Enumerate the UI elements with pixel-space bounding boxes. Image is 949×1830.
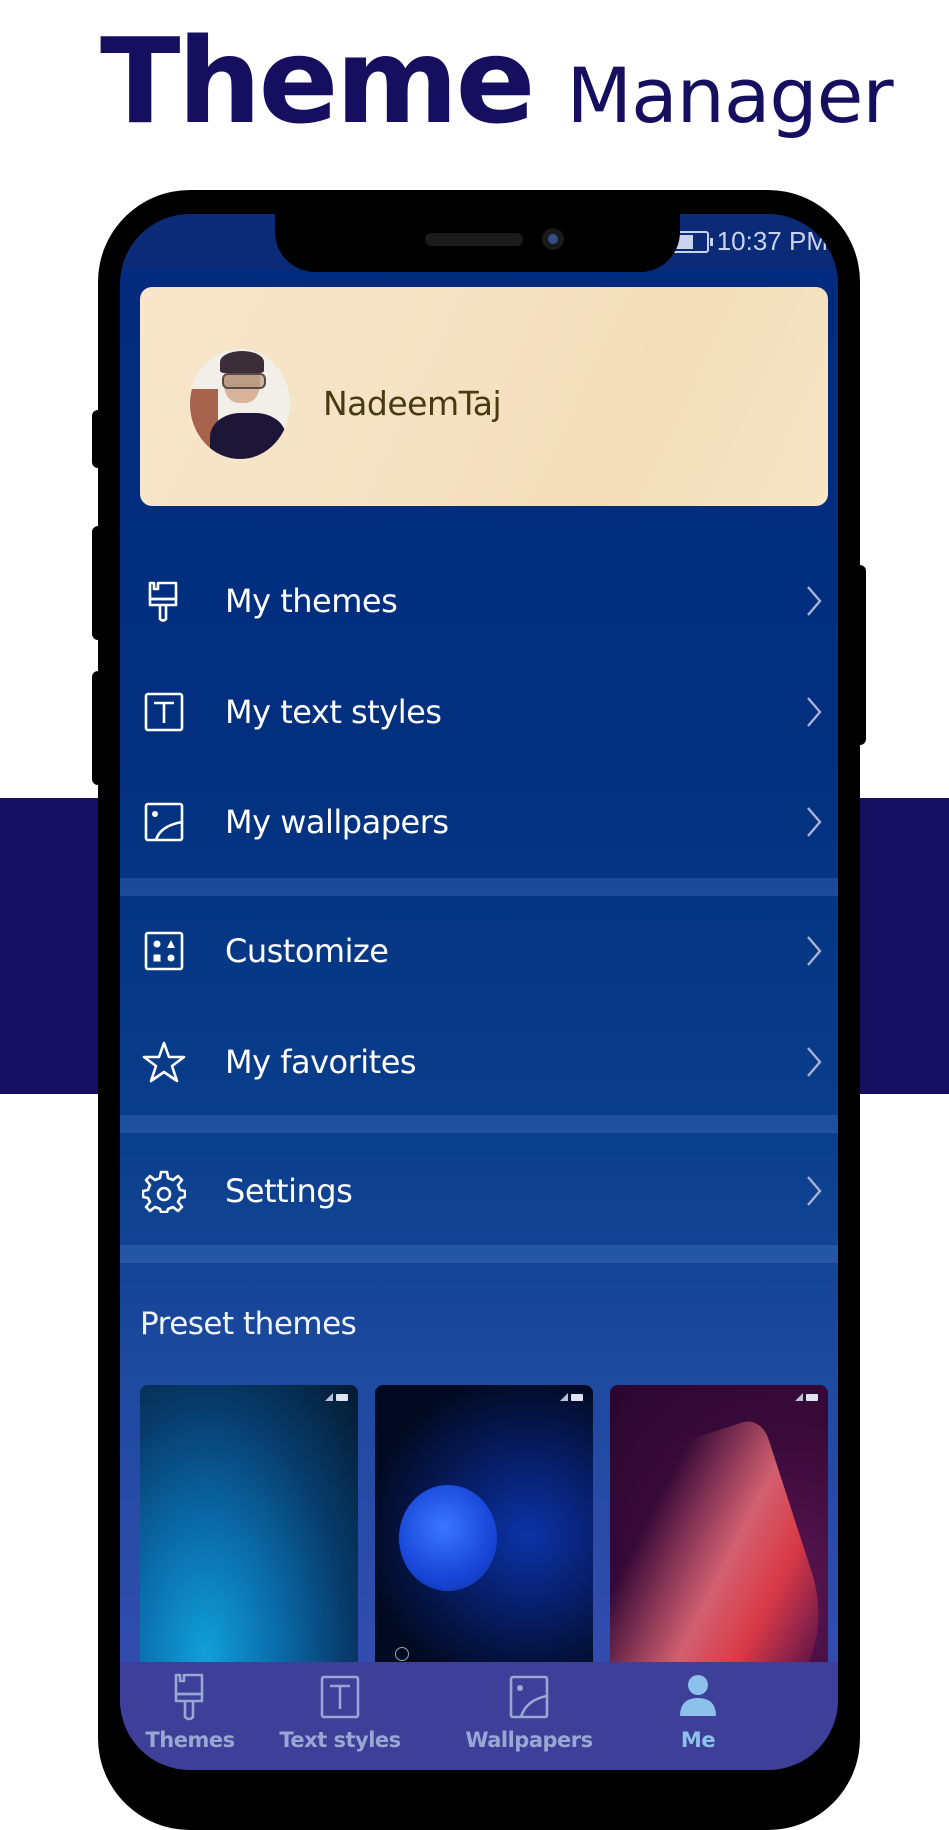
person-icon	[680, 1675, 716, 1716]
menu-item-label: Customize	[225, 931, 389, 970]
status-time: 10:37 PM	[716, 226, 828, 256]
chevron-right-icon	[807, 935, 822, 966]
speaker-grille	[425, 233, 523, 246]
notch	[275, 214, 680, 272]
nav-tab-themes[interactable]: Themes	[120, 1672, 260, 1768]
menu-item-label: My themes	[225, 581, 398, 620]
image-icon	[509, 1675, 549, 1719]
text-box-icon	[320, 1675, 360, 1719]
preset-theme-card[interactable]	[610, 1385, 828, 1685]
image-icon	[144, 802, 184, 841]
section-divider	[120, 1245, 838, 1263]
nav-label: Text styles	[279, 1728, 401, 1752]
chevron-right-icon	[807, 585, 822, 616]
menu-item-label: My text styles	[225, 692, 442, 731]
menu-item-settings[interactable]: Settings	[120, 1135, 838, 1246]
preset-theme-card[interactable]	[140, 1385, 358, 1685]
star-icon	[142, 1041, 186, 1082]
paint-brush-icon	[148, 581, 178, 622]
chevron-right-icon	[807, 806, 822, 837]
phone-screen: 10:37 PM NadeemTaj My themes My text sty…	[120, 214, 838, 1770]
gear-icon	[142, 1170, 186, 1213]
avatar-photo-glasses	[222, 373, 266, 389]
menu-item-label: Settings	[225, 1171, 353, 1210]
menu-item-customize[interactable]: Customize	[120, 895, 838, 1006]
mini-status-icon	[795, 1393, 818, 1401]
section-divider	[120, 878, 838, 896]
preset-themes-title: Preset themes	[140, 1306, 357, 1342]
menu-item-my-favorites[interactable]: My favorites	[120, 1006, 838, 1117]
nav-tab-me[interactable]: Me	[628, 1672, 768, 1768]
preset-themes-list	[140, 1385, 830, 1685]
nav-label: Me	[680, 1728, 716, 1752]
headline: Theme Manager	[100, 12, 894, 152]
menu-item-my-text-styles[interactable]: My text styles	[120, 656, 838, 767]
headline-bold: Theme	[100, 12, 536, 150]
bubble-graphic	[395, 1647, 409, 1661]
headline-light: Manager	[566, 51, 894, 140]
preset-theme-card[interactable]	[375, 1385, 593, 1685]
avatar[interactable]	[190, 349, 290, 459]
front-camera-icon	[542, 228, 564, 250]
nav-tab-text-styles[interactable]: Text styles	[270, 1672, 410, 1768]
chevron-right-icon	[807, 1046, 822, 1077]
nav-label: Wallpapers	[465, 1728, 593, 1752]
menu-item-my-themes[interactable]: My themes	[120, 545, 838, 656]
nav-label: Themes	[145, 1728, 235, 1752]
section-divider	[120, 1115, 838, 1133]
mini-status-icon	[325, 1393, 348, 1401]
status-indicators: 10:37 PM	[670, 226, 828, 257]
avatar-photo-hair	[220, 351, 264, 373]
menu-item-label: My wallpapers	[225, 802, 449, 841]
paint-brush-icon	[174, 1673, 204, 1721]
customize-grid-icon	[144, 931, 184, 970]
orb-graphic	[399, 1485, 497, 1591]
menu-item-label: My favorites	[225, 1042, 417, 1081]
menu-item-my-wallpapers[interactable]: My wallpapers	[120, 766, 838, 877]
profile-card[interactable]: NadeemTaj	[140, 287, 828, 506]
chevron-right-icon	[807, 1175, 822, 1206]
mini-status-icon	[560, 1393, 583, 1401]
avatar-photo-suit	[210, 413, 286, 459]
fish-fin-graphic	[610, 1416, 828, 1685]
chevron-right-icon	[807, 696, 822, 727]
username: NadeemTaj	[323, 384, 502, 423]
bottom-navigation: Themes Text styles Wallpapers Me	[120, 1662, 838, 1770]
nav-tab-wallpapers[interactable]: Wallpapers	[459, 1672, 599, 1768]
text-box-icon	[144, 692, 184, 731]
